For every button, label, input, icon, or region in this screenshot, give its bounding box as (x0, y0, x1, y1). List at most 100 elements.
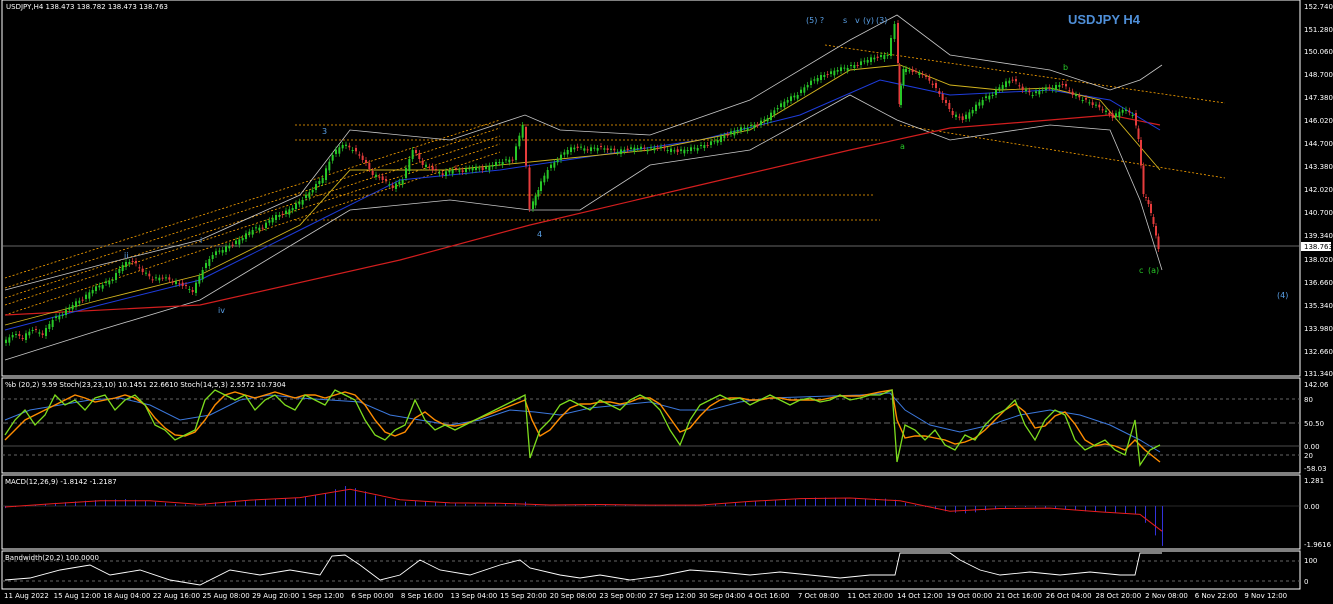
candle-body (295, 203, 297, 209)
candle-body (897, 23, 899, 63)
price-tick: 148.700 (1304, 71, 1333, 79)
wave-label-b: b (1063, 63, 1068, 72)
macd-bar (465, 503, 466, 506)
candle-body (850, 65, 852, 66)
candle-body (870, 57, 872, 62)
macd-bar (855, 498, 856, 506)
candle-body (951, 111, 954, 115)
candle-body (556, 160, 559, 163)
candle-body (415, 150, 417, 153)
candle-body (753, 125, 756, 128)
candle-body (388, 184, 391, 186)
macd-bar (365, 491, 366, 506)
candle-body (435, 169, 437, 170)
candle-body (830, 71, 832, 74)
candle-body (261, 227, 264, 229)
candle-body (215, 251, 217, 255)
candle-body (1131, 115, 1134, 116)
candle-body (921, 74, 924, 75)
candle-body (431, 166, 434, 170)
candle-body (733, 130, 736, 136)
candle-body (208, 259, 211, 266)
candle-body (301, 200, 304, 205)
candle-body (743, 127, 746, 129)
candle-body (1055, 85, 1057, 90)
macd-tick: -1.9616 (1304, 541, 1332, 549)
macd-bar (1115, 506, 1116, 513)
candle-body (131, 261, 134, 262)
candle-body (298, 201, 301, 205)
candle-body (570, 147, 572, 152)
candle-body (643, 147, 646, 149)
candle-body (141, 268, 144, 272)
wave-label-5q: (5) ? (806, 16, 824, 25)
candle-body (971, 110, 974, 114)
time-tick: 21 Oct 16:00 (996, 592, 1042, 600)
candle-body (525, 127, 527, 166)
candle-body (348, 145, 351, 148)
macd-bar (425, 501, 426, 506)
candle-body (268, 220, 271, 223)
candle-body (700, 145, 702, 146)
macd-bar (455, 503, 456, 506)
candle-body (191, 290, 194, 292)
candle-body (1021, 86, 1024, 90)
candle-body (341, 145, 344, 149)
macd-bar (785, 499, 786, 506)
candle-body (660, 146, 662, 148)
time-tick: 19 Oct 00:00 (947, 592, 993, 600)
candle-body (441, 173, 444, 175)
price-tick: 152.740 (1304, 3, 1333, 11)
candle-body (258, 227, 261, 231)
fib-line (4, 135, 501, 299)
candle-body (793, 95, 796, 98)
candle-body (1051, 88, 1054, 90)
candle-body (248, 231, 251, 235)
bandwidth-line (4, 552, 1162, 586)
candle-body (198, 276, 201, 284)
candle-body (378, 176, 381, 178)
candle-body (381, 176, 384, 180)
candle-body (783, 101, 786, 108)
time-tick: 4 Oct 16:00 (748, 592, 789, 600)
candle-body (428, 166, 431, 168)
macd-bar (195, 504, 196, 506)
candle-body (613, 148, 616, 151)
candle-body (925, 76, 927, 77)
candle-body (1031, 95, 1034, 96)
macd-bar (155, 501, 156, 506)
candle-body (11, 335, 14, 338)
candle-body (596, 148, 599, 151)
price-tick: 133.980 (1304, 325, 1333, 333)
candle-body (915, 71, 917, 72)
candle-body (201, 270, 204, 280)
candle-body (318, 181, 321, 184)
candle-body (501, 162, 504, 165)
candle-body (803, 87, 806, 93)
candle-body (958, 116, 961, 118)
time-tick: 8 Sep 16:00 (401, 592, 443, 600)
candle-body (1045, 87, 1047, 90)
candle-body (31, 330, 34, 331)
candle-body (308, 192, 311, 198)
candle-body (616, 152, 619, 153)
macd-bar (305, 496, 306, 506)
candle-body (683, 149, 686, 154)
wave-label-ii: ii (124, 251, 128, 260)
candle-body (175, 281, 177, 284)
candle-body (773, 110, 776, 115)
osc-tick: 142.06 (1304, 381, 1329, 389)
macd-histogram (4, 486, 1163, 546)
time-tick: 11 Aug 2022 (4, 592, 49, 600)
macd-bar (1065, 506, 1066, 510)
candle-body (1035, 91, 1037, 93)
time-tick: 23 Sep 00:00 (599, 592, 646, 600)
macd-bar (475, 503, 476, 506)
candle-body (713, 140, 716, 142)
candle-body (488, 165, 491, 171)
candle-body (873, 57, 876, 60)
candle-body (1145, 197, 1147, 198)
candle-body (550, 164, 552, 168)
current-price-label: 138.763 (1304, 243, 1333, 251)
candle-body (1025, 89, 1027, 91)
